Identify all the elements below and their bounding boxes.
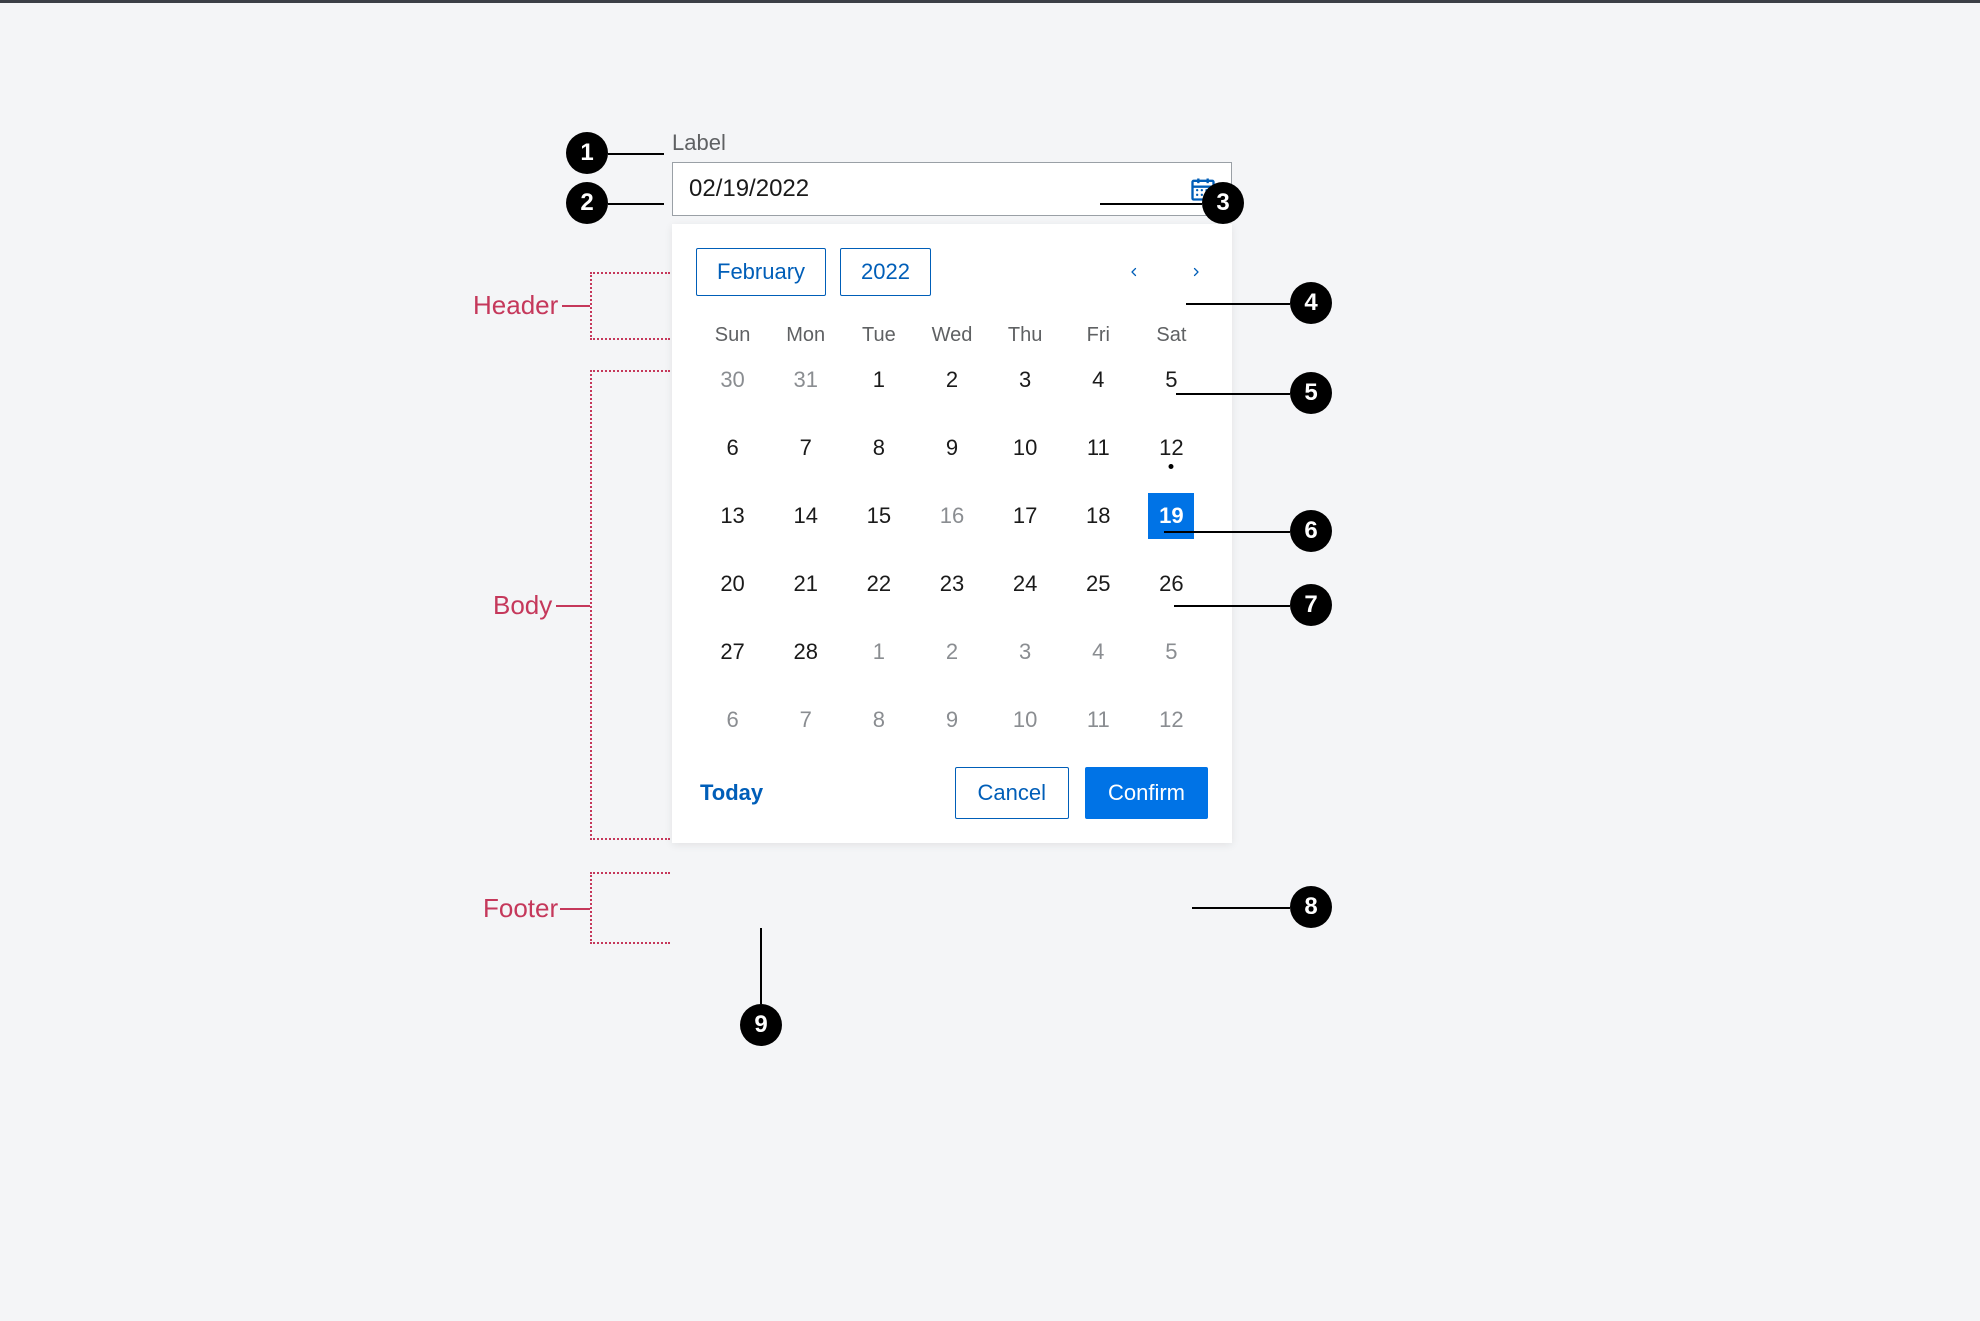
calendar-day[interactable]: 8 bbox=[856, 425, 902, 471]
region-bracket-header bbox=[590, 272, 670, 340]
calendar-day[interactable]: 10 bbox=[1002, 697, 1048, 743]
weekday-label: Sat bbox=[1135, 324, 1208, 347]
annotation-line bbox=[608, 203, 664, 205]
calendar-day[interactable]: 2 bbox=[929, 357, 975, 403]
annotation-badge-6: 6 bbox=[1290, 510, 1332, 552]
confirm-button[interactable]: Confirm bbox=[1085, 767, 1208, 819]
region-label-body: Body bbox=[493, 590, 552, 621]
region-bracket-footer bbox=[590, 872, 670, 944]
region-line bbox=[562, 305, 590, 307]
date-input-value: 02/19/2022 bbox=[689, 175, 1189, 203]
calendar-day[interactable]: 4 bbox=[1075, 357, 1121, 403]
weekday-label: Fri bbox=[1062, 324, 1135, 347]
calendar-day[interactable]: 4 bbox=[1075, 629, 1121, 675]
annotation-badge-2: 2 bbox=[566, 182, 608, 224]
annotation-line bbox=[1164, 531, 1290, 533]
calendar-day[interactable]: 15 bbox=[856, 493, 902, 539]
weekday-label: Wed bbox=[915, 324, 988, 347]
calendar-day[interactable]: 24 bbox=[1002, 561, 1048, 607]
calendar-day[interactable]: 6 bbox=[710, 425, 756, 471]
annotation-line bbox=[1100, 203, 1202, 205]
calendar-day[interactable]: 7 bbox=[783, 697, 829, 743]
calendar-day[interactable]: 11 bbox=[1075, 697, 1121, 743]
region-label-footer: Footer bbox=[483, 893, 558, 924]
annotation-line bbox=[1192, 907, 1290, 909]
calendar-day[interactable]: 26 bbox=[1148, 561, 1194, 607]
calendar-day[interactable]: 9 bbox=[929, 425, 975, 471]
weekday-label: Mon bbox=[769, 324, 842, 347]
annotation-badge-3: 3 bbox=[1202, 182, 1244, 224]
region-line bbox=[560, 908, 590, 910]
calendar-day[interactable]: 11 bbox=[1075, 425, 1121, 471]
calendar-day[interactable]: 5 bbox=[1148, 629, 1194, 675]
next-month-button[interactable] bbox=[1184, 260, 1208, 284]
calendar-day[interactable]: 16 bbox=[929, 493, 975, 539]
calendar-day[interactable]: 22 bbox=[856, 561, 902, 607]
weekday-label: Tue bbox=[842, 324, 915, 347]
region-line bbox=[556, 605, 590, 607]
prev-month-button[interactable] bbox=[1122, 260, 1146, 284]
calendar-body: 3031123456789101112131415161718192021222… bbox=[696, 357, 1208, 743]
calendar-header: February 2022 bbox=[696, 248, 1208, 296]
annotation-line bbox=[608, 153, 664, 155]
annotation-badge-5: 5 bbox=[1290, 372, 1332, 414]
calendar-day[interactable]: 1 bbox=[856, 629, 902, 675]
annotation-badge-1: 1 bbox=[566, 132, 608, 174]
annotation-line bbox=[1186, 303, 1290, 305]
calendar-day[interactable]: 2 bbox=[929, 629, 975, 675]
calendar-day[interactable]: 14 bbox=[783, 493, 829, 539]
date-picker: Label 02/19/2022 February 2022 bbox=[672, 130, 1232, 843]
calendar-day[interactable]: 8 bbox=[856, 697, 902, 743]
field-label: Label bbox=[672, 130, 1232, 156]
annotation-line bbox=[760, 928, 762, 1004]
today-button[interactable]: Today bbox=[696, 780, 767, 806]
calendar-day[interactable]: 31 bbox=[783, 357, 829, 403]
annotation-badge-8: 8 bbox=[1290, 886, 1332, 928]
calendar-day[interactable]: 13 bbox=[710, 493, 756, 539]
calendar-day[interactable]: 27 bbox=[710, 629, 756, 675]
region-bracket-body bbox=[590, 370, 670, 840]
calendar-day[interactable]: 5 bbox=[1148, 357, 1194, 403]
calendar-day[interactable]: 9 bbox=[929, 697, 975, 743]
calendar-day[interactable]: 20 bbox=[710, 561, 756, 607]
calendar-day[interactable]: 23 bbox=[929, 561, 975, 607]
annotation-line bbox=[1174, 605, 1290, 607]
year-select-button[interactable]: 2022 bbox=[840, 248, 931, 296]
annotation-badge-7: 7 bbox=[1290, 584, 1332, 626]
annotation-badge-4: 4 bbox=[1290, 282, 1332, 324]
annotation-badge-9: 9 bbox=[740, 1004, 782, 1046]
calendar-day[interactable]: 1 bbox=[856, 357, 902, 403]
region-label-header: Header bbox=[473, 290, 558, 321]
calendar-day[interactable]: 18 bbox=[1075, 493, 1121, 539]
calendar-day[interactable]: 17 bbox=[1002, 493, 1048, 539]
calendar-day[interactable]: 30 bbox=[710, 357, 756, 403]
calendar-panel: February 2022 SunMonTueWedThuFriSat 3031… bbox=[672, 224, 1232, 843]
calendar-footer: Today Cancel Confirm bbox=[696, 767, 1208, 819]
calendar-day[interactable]: 3 bbox=[1002, 629, 1048, 675]
calendar-day[interactable]: 7 bbox=[783, 425, 829, 471]
weekday-label: Sun bbox=[696, 324, 769, 347]
calendar-day[interactable]: 12 bbox=[1148, 697, 1194, 743]
date-input[interactable]: 02/19/2022 bbox=[672, 162, 1232, 216]
month-select-button[interactable]: February bbox=[696, 248, 826, 296]
calendar-day[interactable]: 10 bbox=[1002, 425, 1048, 471]
calendar-day[interactable]: 6 bbox=[710, 697, 756, 743]
calendar-day[interactable]: 21 bbox=[783, 561, 829, 607]
weekday-label: Thu bbox=[989, 324, 1062, 347]
cancel-button[interactable]: Cancel bbox=[955, 767, 1069, 819]
calendar-day-today[interactable]: 12 bbox=[1148, 425, 1194, 471]
calendar-day[interactable]: 3 bbox=[1002, 357, 1048, 403]
calendar-day[interactable]: 25 bbox=[1075, 561, 1121, 607]
weekday-row: SunMonTueWedThuFriSat bbox=[696, 324, 1208, 347]
annotation-line bbox=[1176, 393, 1290, 395]
calendar-day[interactable]: 28 bbox=[783, 629, 829, 675]
